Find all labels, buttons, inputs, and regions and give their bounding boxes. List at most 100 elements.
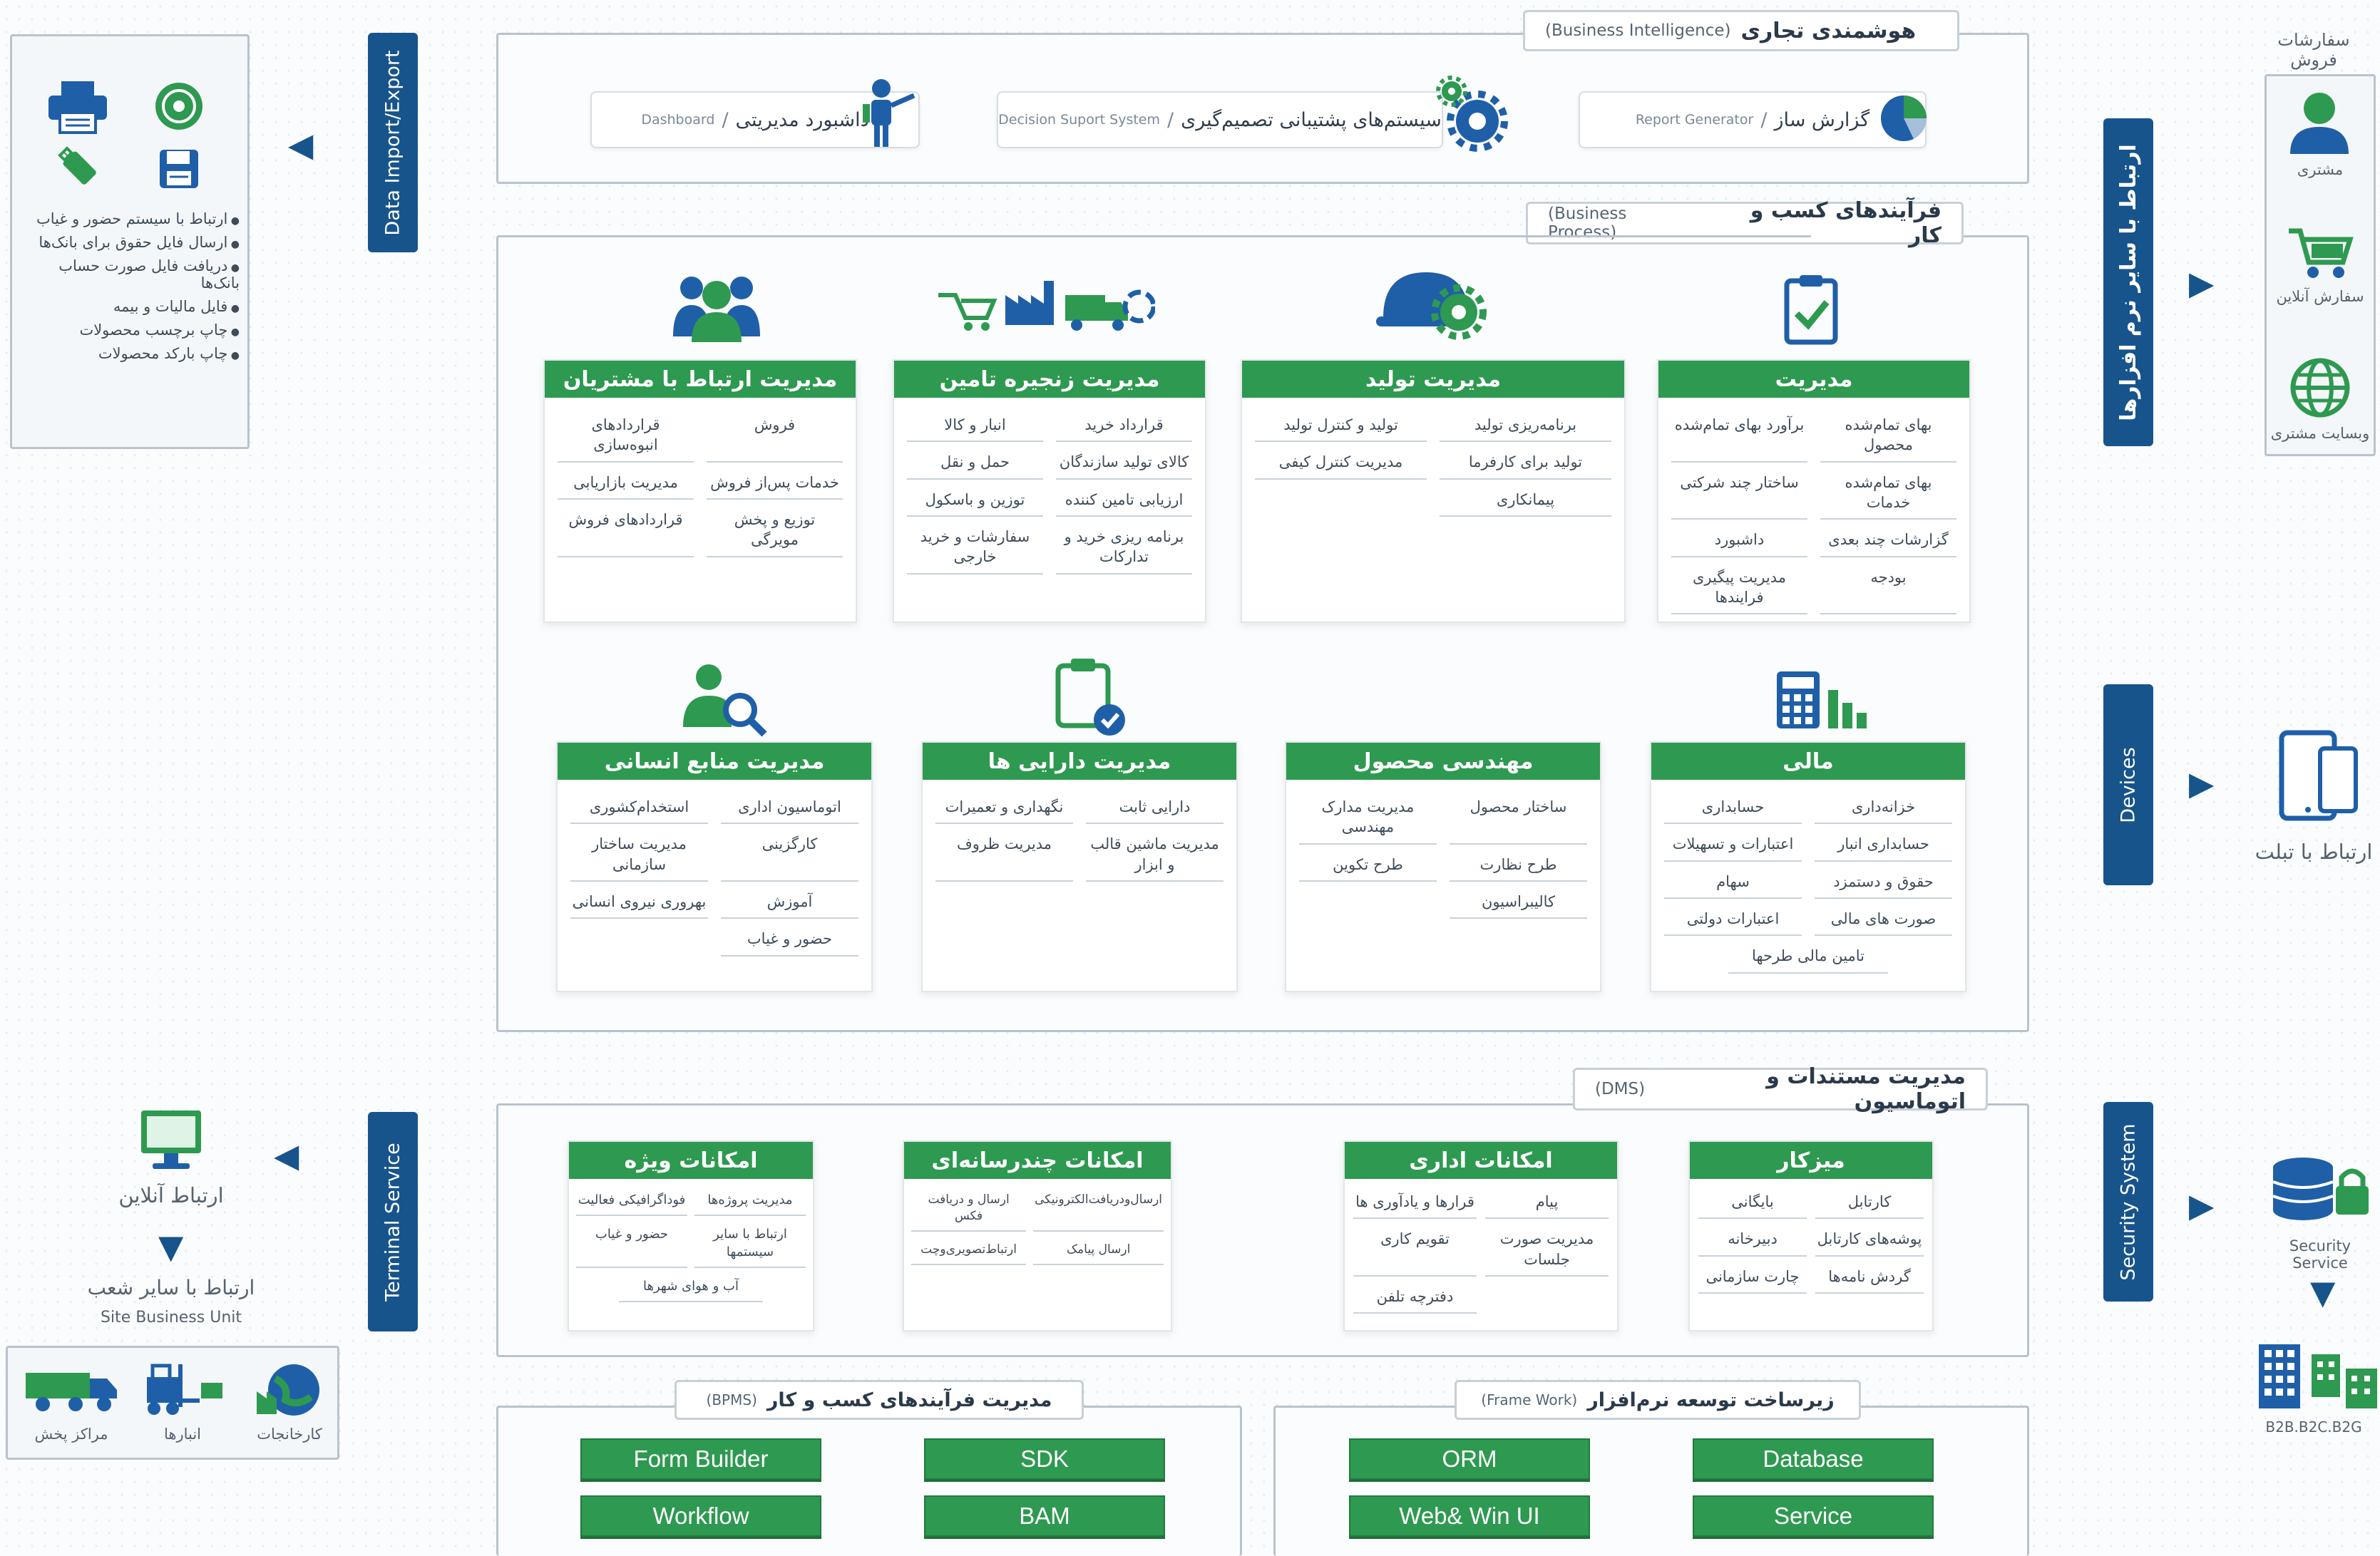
- bam-button[interactable]: BAM: [924, 1495, 1165, 1537]
- dms-item[interactable]: ارسال پیامک: [1033, 1237, 1164, 1265]
- devices-bar[interactable]: Devices: [2103, 684, 2153, 885]
- module-item[interactable]: خدمات پس‌از فروش: [707, 468, 843, 500]
- other-software-bar[interactable]: ارتباط با سایر نرم افزارها: [2103, 118, 2153, 446]
- bi-item-report[interactable]: Report Generator / گزارش ساز: [1579, 91, 1927, 148]
- module-item[interactable]: بهای تمام‌شده محصول: [1820, 411, 1956, 463]
- order-label: مشتری: [2297, 161, 2344, 178]
- dms-item[interactable]: قرارها و یادآوری ها: [1353, 1187, 1477, 1220]
- module-item[interactable]: اتوماسیون اداری: [721, 793, 858, 825]
- module-item[interactable]: مدیریت پیگیری فرایندها: [1671, 563, 1807, 615]
- module-item[interactable]: اعتبارات و تسهیلات: [1664, 830, 1802, 862]
- dms-item[interactable]: فوداگرافیکی فعالیت: [576, 1187, 687, 1217]
- site-label: مراکز پخش: [34, 1426, 108, 1443]
- dms-item[interactable]: پوشه‌های کارتابل: [1815, 1225, 1924, 1257]
- module-item[interactable]: قراردادهای انبوه‌سازی: [558, 411, 694, 463]
- module-item[interactable]: حسابداری: [1664, 793, 1802, 825]
- module-item[interactable]: برنامه‌ریزی تولید: [1440, 411, 1611, 443]
- data-ie-label: Data Import/Export: [381, 49, 404, 236]
- module-item[interactable]: داشبورد: [1671, 525, 1807, 557]
- dms-item[interactable]: دبیرخانه: [1698, 1225, 1807, 1257]
- module-item[interactable]: دارایی ثابت: [1086, 793, 1224, 825]
- module-item[interactable]: استخدام‌کشوری: [570, 793, 708, 825]
- dms-item[interactable]: ارسال و دریافت فکس: [911, 1187, 1027, 1232]
- dms-item[interactable]: ارسال‌ودریافت‌الکترونیکی: [1033, 1187, 1164, 1232]
- dms-item[interactable]: حضور و غیاب: [576, 1222, 687, 1268]
- module-item[interactable]: خزانه‌داری: [1815, 793, 1952, 825]
- bi-title-fa: هوشمندی تجاری: [1740, 18, 1917, 43]
- module-item[interactable]: کارگزینی: [721, 830, 858, 882]
- dms-item[interactable]: آب و هوای شهرها: [619, 1274, 763, 1303]
- module-item[interactable]: تامین مالی طرحها: [1728, 942, 1888, 974]
- module-item[interactable]: کالای تولید سازندگان: [1056, 448, 1192, 480]
- buildings-icon: [2256, 1340, 2380, 1411]
- module-item[interactable]: ارزیابی تامین کننده: [1056, 485, 1192, 517]
- dms-item[interactable]: ارتباط با سایر سیستمها: [694, 1222, 806, 1268]
- bi-item-dss[interactable]: Decision Suport System / سیستم‌های پشتیبا…: [997, 91, 1443, 148]
- module-item[interactable]: صورت های مالی: [1815, 905, 1952, 937]
- module-item[interactable]: طرح نظارت: [1450, 850, 1587, 882]
- module-item[interactable]: توزین و باسکول: [907, 485, 1043, 517]
- module-item[interactable]: حسابداری انبار: [1815, 830, 1952, 862]
- module-item[interactable]: مدیریت ظروف: [935, 830, 1073, 882]
- module-item[interactable]: بودجه: [1820, 563, 1956, 615]
- module-item[interactable]: قرارداد خرید: [1056, 411, 1192, 443]
- b2b-label: B2B.B2C.B2G: [2265, 1418, 2362, 1436]
- dms-item[interactable]: بایگانی: [1698, 1187, 1807, 1220]
- dms-item[interactable]: مدیریت پروژه‌ها: [694, 1187, 806, 1217]
- module-item[interactable]: حمل و نقل: [907, 448, 1043, 480]
- service-button[interactable]: Service: [1693, 1495, 1934, 1537]
- module-item[interactable]: مدیریت مدارک مهندسی: [1299, 793, 1437, 845]
- module-item[interactable]: اعتبارات دولتی: [1664, 905, 1802, 937]
- module-item[interactable]: گزارشات چند بعدی: [1820, 525, 1956, 557]
- module-item[interactable]: مدیریت ماشین قالب و ابزار: [1086, 830, 1224, 882]
- module-item[interactable]: برآورد بهای تمام‌شده: [1671, 411, 1807, 463]
- module-title: مدیریت زنجیره تامین: [894, 361, 1205, 398]
- dms-item[interactable]: گردش نامه‌ها: [1815, 1262, 1924, 1294]
- module-item[interactable]: سهام: [1664, 867, 1802, 900]
- orm-button[interactable]: ORM: [1349, 1438, 1590, 1480]
- module-item[interactable]: تولید و کنترل تولید: [1255, 411, 1427, 443]
- module-item[interactable]: بهروری نیروی انسانی: [570, 887, 708, 919]
- dms-item[interactable]: ارتباط‌تصویری‌وچت: [911, 1237, 1027, 1265]
- module-item[interactable]: ساختار محصول: [1450, 793, 1587, 845]
- module-item[interactable]: مدیریت بازاریابی: [558, 468, 694, 500]
- terminal-service-bar[interactable]: Terminal Service: [368, 1112, 418, 1331]
- database-button[interactable]: Database: [1693, 1438, 1934, 1480]
- module-item[interactable]: برنامه ریزی خرید و تدارکات: [1056, 522, 1192, 575]
- module-title: مدیریت دارایی ها: [923, 743, 1236, 780]
- module-item[interactable]: حضور و غیاب: [721, 924, 858, 957]
- dms-item[interactable]: پیام: [1485, 1187, 1609, 1220]
- sdk-button[interactable]: SDK: [924, 1438, 1165, 1480]
- dms-item[interactable]: تقویم کاری: [1353, 1225, 1477, 1277]
- dms-item[interactable]: کارتابل: [1815, 1187, 1924, 1220]
- module-item[interactable]: بهای تمام‌شده خدمات: [1820, 468, 1956, 520]
- module-item[interactable]: مدیریت ساختار سازمانی: [570, 830, 708, 882]
- module-item[interactable]: ساختار چند شرکتی: [1671, 468, 1807, 520]
- module-item[interactable]: کالیبراسیون: [1450, 887, 1587, 919]
- bpms-title-en: (BPMS): [706, 1391, 757, 1408]
- module-title: مدیریت ارتباط با مشتریان: [545, 361, 856, 398]
- workflow-button[interactable]: Workflow: [580, 1495, 821, 1537]
- module-item[interactable]: نگهداری و تعمیرات: [935, 793, 1073, 825]
- form-builder-button[interactable]: Form Builder: [580, 1438, 821, 1480]
- clipboard-check-icon: [1783, 274, 1840, 345]
- module-item[interactable]: انبار و کالا: [907, 411, 1043, 443]
- dms-item[interactable]: دفترچه تلفن: [1353, 1282, 1477, 1314]
- module-item[interactable]: حقوق و دستمزد: [1815, 867, 1952, 900]
- dms-item[interactable]: مدیریت صورت جلسات: [1485, 1225, 1609, 1277]
- module-item[interactable]: تولید برای کارفرما: [1440, 448, 1611, 480]
- module-item[interactable]: پیمانکاری: [1440, 485, 1611, 517]
- module-item[interactable]: آموزش: [721, 887, 858, 919]
- security-system-bar[interactable]: Security System: [2103, 1102, 2153, 1302]
- dms-title-fa: مدیریت مستندات و اتوماسیون: [1766, 1064, 1966, 1114]
- module-item[interactable]: سفارشات و خرید خارجی: [907, 522, 1043, 575]
- module-item[interactable]: قراردادهای فروش: [558, 505, 694, 557]
- dms-item[interactable]: چارت سازمانی: [1698, 1262, 1807, 1294]
- module-item[interactable]: فروش: [707, 411, 843, 463]
- module-item[interactable]: توزیع و پخش مویرگی: [707, 505, 843, 557]
- module-item[interactable]: طرح تکوین: [1299, 850, 1437, 882]
- list-item: دریافت فایل صورت حساب بانک‌ها: [17, 257, 240, 292]
- module-item[interactable]: مدیریت کنترل کیفی: [1255, 448, 1427, 480]
- web-win-ui-button[interactable]: Web& Win UI: [1349, 1495, 1590, 1537]
- data-import-export-bar[interactable]: Data Import/Export: [368, 33, 418, 252]
